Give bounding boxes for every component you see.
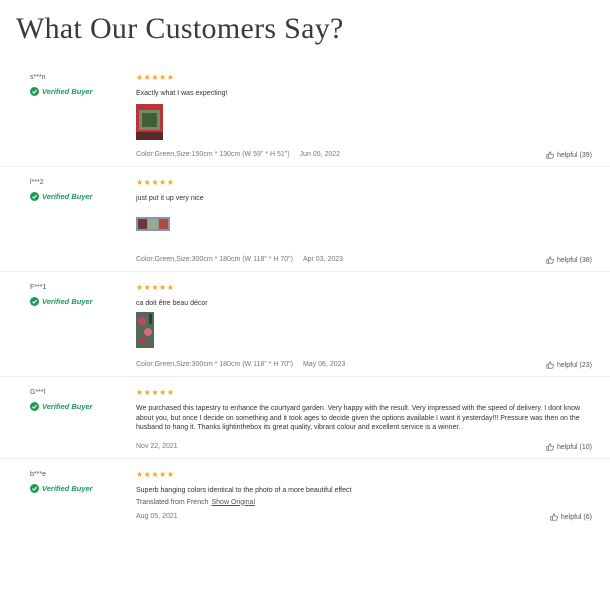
translation-note: Translated from French Show Original bbox=[136, 499, 590, 506]
review-body: ★★★★★ We purchased this tapestry to enha… bbox=[136, 387, 590, 433]
helpful-button[interactable]: helpful (38) bbox=[546, 256, 592, 264]
review-text: just put it up very nice bbox=[136, 195, 204, 202]
review-text: ca doit être beau décor bbox=[136, 300, 208, 307]
reviewer-name: l***2 bbox=[30, 179, 44, 186]
helpful-count: helpful (6) bbox=[560, 513, 592, 521]
review-body: ★★★★★ Exactly what I was expecting! bbox=[136, 72, 590, 99]
product-variant: Color:Green,Size:150cm * 130cm (W 59" * … bbox=[136, 151, 290, 158]
helpful-count: helpful (39) bbox=[556, 151, 592, 159]
verified-badge: Verified Buyer bbox=[30, 297, 130, 306]
thumbs-up-icon bbox=[546, 151, 554, 159]
helpful-button[interactable]: helpful (6) bbox=[550, 513, 592, 521]
review-photo[interactable] bbox=[136, 217, 170, 236]
helpful-count: helpful (23) bbox=[556, 361, 592, 369]
review-photo[interactable] bbox=[136, 312, 154, 353]
review-meta: Aug 05, 2021 bbox=[136, 513, 178, 520]
reviewer-name: s***n bbox=[30, 74, 46, 81]
review-meta: Color:Green,Size:300cm * 180cm (W 118" *… bbox=[136, 256, 343, 263]
product-variant: Color:Green,Size:300cm * 180cm (W 118" *… bbox=[136, 361, 293, 368]
reviewer-info: l***2 Verified Buyer bbox=[30, 179, 130, 201]
review-photo[interactable] bbox=[136, 104, 163, 145]
helpful-button[interactable]: helpful (39) bbox=[546, 151, 592, 159]
star-rating: ★★★★★ bbox=[136, 470, 175, 479]
check-circle-icon bbox=[30, 87, 39, 96]
reviews-list: s***n Verified Buyer ★★★★★ Exactly what … bbox=[0, 62, 610, 531]
star-rating: ★★★★★ bbox=[136, 388, 175, 397]
review-item: G***l Verified Buyer ★★★★★ We purchased … bbox=[0, 377, 610, 459]
review-date: Jun 05, 2022 bbox=[299, 151, 341, 158]
review-item: b***e Verified Buyer ★★★★★ Superb hangin… bbox=[0, 459, 610, 531]
thumbs-up-icon bbox=[546, 443, 554, 451]
verified-badge: Verified Buyer bbox=[30, 484, 130, 493]
review-body: ★★★★★ just put it up very nice bbox=[136, 177, 590, 204]
star-rating: ★★★★★ bbox=[136, 178, 175, 187]
review-date: Nov 22, 2021 bbox=[136, 443, 178, 450]
verified-label: Verified Buyer bbox=[42, 192, 93, 201]
show-original-link[interactable]: Show Original bbox=[212, 499, 256, 506]
reviewer-name: F***1 bbox=[30, 284, 47, 291]
thumbs-up-icon bbox=[546, 256, 554, 264]
check-circle-icon bbox=[30, 402, 39, 411]
reviewer-info: G***l Verified Buyer bbox=[30, 389, 130, 411]
verified-label: Verified Buyer bbox=[42, 402, 93, 411]
review-text: We purchased this tapestry to enhance th… bbox=[136, 405, 581, 431]
reviewer-name: G***l bbox=[30, 389, 46, 396]
reviewer-info: s***n Verified Buyer bbox=[30, 74, 130, 96]
review-body: ★★★★★ Superb hanging colors identical to… bbox=[136, 469, 590, 506]
verified-badge: Verified Buyer bbox=[30, 192, 130, 201]
star-rating: ★★★★★ bbox=[136, 283, 175, 292]
review-item: l***2 Verified Buyer ★★★★★ just put it u… bbox=[0, 167, 610, 272]
verified-label: Verified Buyer bbox=[42, 297, 93, 306]
review-date: May 06, 2023 bbox=[302, 361, 346, 368]
reviewer-info: b***e Verified Buyer bbox=[30, 471, 130, 493]
verified-badge: Verified Buyer bbox=[30, 402, 130, 411]
reviewer-name: b***e bbox=[30, 471, 46, 478]
review-meta: Color:Green,Size:150cm * 130cm (W 59" * … bbox=[136, 151, 340, 158]
page-title: What Our Customers Say? bbox=[16, 12, 344, 45]
review-body: ★★★★★ ca doit être beau décor bbox=[136, 282, 590, 309]
thumbs-up-icon bbox=[550, 513, 558, 521]
reviewer-info: F***1 Verified Buyer bbox=[30, 284, 130, 306]
review-date: Apr 03, 2023 bbox=[302, 256, 344, 263]
check-circle-icon bbox=[30, 484, 39, 493]
helpful-button[interactable]: helpful (23) bbox=[546, 361, 592, 369]
helpful-button[interactable]: helpful (10) bbox=[546, 443, 592, 451]
review-item: s***n Verified Buyer ★★★★★ Exactly what … bbox=[0, 62, 610, 167]
star-rating: ★★★★★ bbox=[136, 73, 175, 82]
check-circle-icon bbox=[30, 192, 39, 201]
review-meta: Color:Green,Size:300cm * 180cm (W 118" *… bbox=[136, 361, 345, 368]
verified-label: Verified Buyer bbox=[42, 484, 93, 493]
review-meta: Nov 22, 2021 bbox=[136, 443, 178, 450]
translated-label: Translated from French bbox=[136, 498, 209, 506]
review-item: F***1 Verified Buyer ★★★★★ ca doit être … bbox=[0, 272, 610, 377]
verified-badge: Verified Buyer bbox=[30, 87, 130, 96]
helpful-count: helpful (10) bbox=[556, 443, 592, 451]
helpful-count: helpful (38) bbox=[556, 256, 592, 264]
product-variant: Color:Green,Size:300cm * 180cm (W 118" *… bbox=[136, 256, 293, 263]
review-date: Aug 05, 2021 bbox=[136, 513, 178, 520]
review-text: Exactly what I was expecting! bbox=[136, 90, 228, 97]
review-text: Superb hanging colors identical to the p… bbox=[136, 487, 352, 494]
check-circle-icon bbox=[30, 297, 39, 306]
verified-label: Verified Buyer bbox=[42, 87, 93, 96]
thumbs-up-icon bbox=[546, 361, 554, 369]
